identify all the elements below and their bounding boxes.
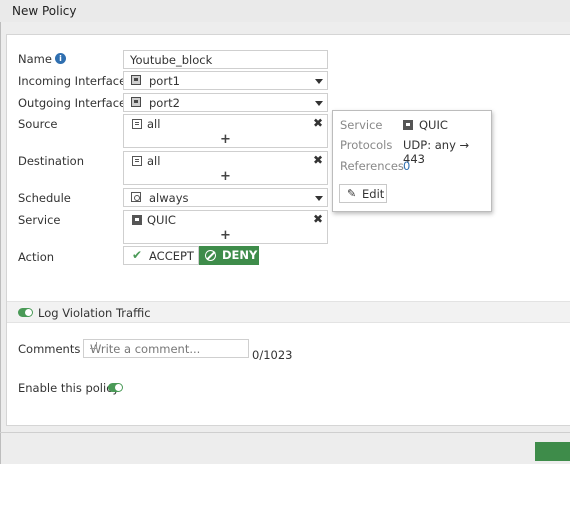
edit-button[interactable]: ✎ Edit [339, 184, 387, 203]
source-field[interactable]: all ✖ + [123, 114, 328, 148]
schedule-select[interactable]: always [123, 188, 328, 207]
comments-textarea[interactable]: Write a comment... [83, 339, 249, 358]
outgoing-interface-label: Outgoing Interface [18, 96, 127, 110]
ban-icon [205, 250, 216, 261]
deny-button[interactable]: DENY [199, 246, 259, 265]
log-violation-toggle[interactable] [18, 308, 33, 317]
name-input-value: Youtube_block [130, 53, 213, 67]
tooltip-references-key: References [340, 159, 404, 173]
resize-handle-icon[interactable] [90, 342, 97, 349]
pencil-icon: ✎ [347, 187, 357, 200]
tooltip-protocols-key: Protocols [340, 138, 393, 152]
service-icon [132, 215, 142, 225]
service-field[interactable]: QUIC ✖ + [123, 210, 328, 244]
footer-divider [0, 432, 570, 433]
incoming-interface-select[interactable]: port1 [123, 71, 328, 90]
comments-placeholder: Write a comment... [90, 342, 201, 356]
close-icon[interactable]: ✖ [313, 212, 323, 226]
log-violation-label: Log Violation Traffic [38, 306, 151, 320]
comments-label: Comments [18, 342, 81, 356]
tooltip-protocols-value: UDP: any → 443 [403, 138, 470, 166]
info-icon[interactable]: i [55, 53, 66, 64]
service-icon [403, 120, 413, 130]
service-tooltip: Service QUIC Protocols UDP: any → 443 Re… [332, 110, 492, 212]
close-icon[interactable]: ✖ [313, 153, 323, 167]
name-input[interactable]: Youtube_block [123, 50, 328, 69]
name-label: Name [18, 52, 52, 66]
address-icon [132, 156, 142, 166]
tooltip-service-key: Service [340, 118, 383, 132]
window-titlebar: New Policy [0, 0, 570, 23]
enable-policy-toggle[interactable] [108, 383, 123, 392]
add-source-button[interactable]: + [220, 132, 231, 147]
service-label: Service [18, 213, 61, 227]
destination-label: Destination [18, 154, 84, 168]
port-icon [131, 97, 141, 107]
chevron-down-icon [315, 79, 323, 84]
address-icon [132, 119, 142, 129]
checkmark-icon: ✔ [132, 248, 143, 262]
incoming-interface-value: port1 [149, 74, 180, 88]
destination-entry[interactable]: all [147, 154, 160, 168]
add-destination-button[interactable]: + [220, 169, 231, 184]
accept-button-label: ACCEPT [149, 249, 194, 263]
service-entry[interactable]: QUIC [147, 213, 176, 227]
destination-field[interactable]: all ✖ + [123, 151, 328, 185]
window-title: New Policy [12, 4, 77, 18]
outgoing-interface-value: port2 [149, 96, 180, 110]
ok-button[interactable] [535, 442, 570, 461]
enable-policy-label: Enable this policy [18, 381, 120, 395]
port-icon [131, 75, 141, 85]
chevron-down-icon [315, 196, 323, 201]
outgoing-interface-select[interactable]: port2 [123, 93, 328, 112]
source-label: Source [18, 117, 58, 131]
schedule-label: Schedule [18, 191, 71, 205]
close-icon[interactable]: ✖ [313, 116, 323, 130]
deny-button-label: DENY [222, 248, 258, 262]
edit-button-label: Edit [362, 187, 385, 201]
add-service-button[interactable]: + [220, 228, 231, 243]
section-divider [7, 322, 570, 323]
chevron-down-icon [315, 101, 323, 106]
tooltip-references-link[interactable]: 0 [403, 159, 410, 173]
action-label: Action [18, 250, 55, 264]
schedule-value: always [149, 191, 189, 205]
comments-counter: 0/1023 [252, 348, 293, 362]
incoming-interface-label: Incoming Interface [18, 74, 127, 88]
accept-button[interactable]: ✔ ACCEPT [123, 246, 199, 265]
source-entry[interactable]: all [147, 117, 160, 131]
clock-icon [131, 192, 141, 202]
tooltip-service-value: QUIC [419, 118, 448, 132]
